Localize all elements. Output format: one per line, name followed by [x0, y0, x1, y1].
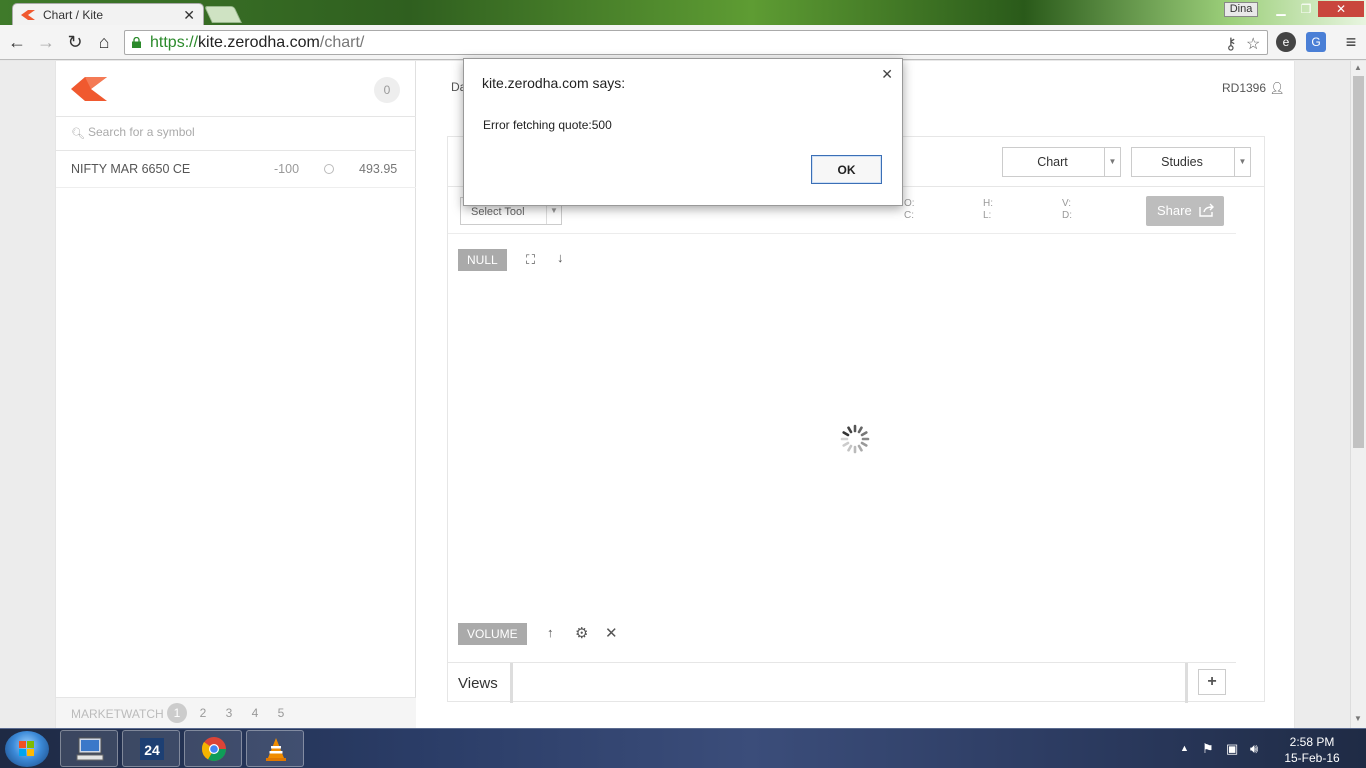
action-center-flag-icon[interactable]: ⚑ [1202, 741, 1214, 757]
null-series-tag[interactable]: NULL [458, 249, 507, 271]
translate-icon[interactable]: G [1306, 32, 1326, 52]
taskbar-clock[interactable]: 2:58 PM 15-Feb-16 [1284, 734, 1340, 766]
marketwatch-page-3[interactable]: 3 [219, 703, 239, 723]
back-arrow-icon[interactable]: ← [6, 31, 28, 53]
studies-dropdown[interactable]: Studies ▼ [1131, 147, 1251, 177]
close-icon[interactable]: ✕ [605, 624, 618, 642]
menu-icon[interactable]: ≡ [1340, 31, 1362, 53]
alert-dialog: kite.zerodha.com says: ✕ Error fetching … [463, 58, 903, 206]
page-scrollbar[interactable]: ▲ ▼ [1350, 61, 1366, 728]
arrow-up-icon[interactable]: ↑ [547, 625, 554, 640]
fullscreen-icon[interactable]: ⛶ [526, 252, 535, 268]
watchlist-count-badge: 0 [374, 77, 400, 103]
key-icon[interactable]: ⚷ [1225, 34, 1237, 54]
marketwatch-page-5[interactable]: 5 [271, 703, 291, 723]
search-input[interactable] [88, 125, 388, 139]
profile-badge[interactable]: Dina [1224, 2, 1258, 17]
network-icon[interactable]: ▣ [1226, 741, 1238, 757]
marketwatch-page-1[interactable]: 1 [167, 703, 187, 723]
dialog-title: kite.zerodha.com says: [482, 75, 626, 91]
ohlc-high-low: H: L: [983, 198, 993, 221]
views-label: Views [458, 675, 498, 692]
chart-type-dropdown[interactable]: Chart ▼ [1002, 147, 1121, 177]
share-icon [1199, 203, 1214, 217]
marketwatch-sidebar: 0 🔍︎ NIFTY MAR 6650 CE -100 493.95 MARKE… [56, 61, 416, 728]
reload-icon[interactable]: ↻ [64, 31, 86, 53]
volume-series-tag[interactable]: VOLUME [458, 623, 527, 645]
kite-favicon-icon [21, 10, 35, 20]
watch-ltp: 493.95 [359, 162, 398, 176]
user-icon: 👤︎ [1269, 81, 1285, 95]
start-button[interactable] [5, 731, 49, 767]
home-icon[interactable]: ⌂ [93, 31, 115, 53]
minimize-button[interactable]: ▁ [1270, 1, 1292, 17]
ohlc-open-close: O: C: [904, 198, 915, 221]
status-circle-icon [324, 164, 334, 174]
chevron-down-icon: ▼ [1234, 148, 1250, 176]
svg-text:24: 24 [144, 742, 160, 758]
browser-toolbar: ← → ↻ ⌂ https://kite.zerodha.com/chart/ … [0, 25, 1366, 60]
taskbar-item-chrome[interactable] [184, 730, 242, 767]
taskbar-item-computer[interactable] [60, 730, 118, 767]
chevron-down-icon: ▼ [1104, 148, 1120, 176]
dialog-ok-button[interactable]: OK [811, 155, 882, 184]
gear-icon[interactable]: ⚙ [575, 624, 588, 642]
browser-titlebar: Chart / Kite ✕ Dina ▁ ❐ ✕ [0, 0, 1366, 26]
search-icon: 🔍︎ [71, 128, 85, 140]
marketwatch-page-2[interactable]: 2 [193, 703, 213, 723]
views-track [510, 663, 1188, 703]
windows-taskbar: 24 ▲ ⚑ ▣ 🔊︎ 2:58 PM 15-Feb-16 [0, 728, 1366, 768]
url-text: https://kite.zerodha.com/chart/ [150, 34, 365, 51]
chrome-icon [201, 737, 226, 762]
tray-expand-icon[interactable]: ▲ [1180, 743, 1189, 753]
watchlist-row[interactable]: NIFTY MAR 6650 CE -100 493.95 [56, 151, 416, 188]
chart-panel: Chart ▼ Studies ▼ Select Tool ▼ O: C: H: L… [447, 136, 1265, 703]
forward-arrow-icon[interactable]: → [35, 31, 57, 53]
add-view-button[interactable]: + [1198, 669, 1226, 695]
loading-spinner-icon [840, 424, 870, 454]
taskbar-item-vlc[interactable] [246, 730, 304, 767]
address-bar[interactable]: https://kite.zerodha.com/chart/ ⚷ ☆ [124, 30, 1268, 55]
taskbar-item-app24[interactable]: 24 [122, 730, 180, 767]
ohlc-volume-date: V: D: [1062, 198, 1072, 221]
arrow-down-icon[interactable]: ↓ [557, 250, 564, 265]
tab-title: Chart / Kite [43, 8, 104, 22]
symbol-search: 🔍︎ [56, 116, 416, 151]
browser-tab-active[interactable]: Chart / Kite ✕ [12, 3, 204, 26]
dialog-close-icon[interactable]: ✕ [881, 66, 893, 83]
marketwatch-footer: MARKETWATCH 1 2 3 4 5 [56, 697, 416, 728]
extension-icon[interactable]: e [1276, 32, 1296, 52]
kite-logo-icon[interactable] [71, 77, 107, 101]
marketwatch-label: MARKETWATCH [71, 707, 164, 721]
user-menu[interactable]: RD1396 👤︎ [1222, 81, 1285, 95]
volume-icon[interactable]: 🔊︎ [1250, 741, 1258, 757]
window-close-button[interactable]: ✕ [1318, 1, 1364, 17]
computer-icon [76, 737, 104, 761]
dialog-message: Error fetching quote:500 [483, 118, 612, 132]
new-tab-button[interactable] [204, 6, 242, 23]
windows-logo-icon [19, 741, 34, 756]
watch-change: -100 [274, 162, 300, 176]
watch-symbol: NIFTY MAR 6650 CE [71, 162, 191, 176]
maximize-button[interactable]: ❐ [1295, 1, 1317, 17]
share-button[interactable]: Share [1146, 196, 1224, 226]
marketwatch-page-4[interactable]: 4 [245, 703, 265, 723]
scroll-down-icon[interactable]: ▼ [1354, 714, 1362, 723]
lock-icon [132, 37, 141, 48]
app-24-icon: 24 [140, 738, 164, 760]
tab-close-icon[interactable]: ✕ [183, 7, 195, 24]
vlc-cone-icon [266, 738, 286, 761]
bookmark-star-icon[interactable]: ☆ [1246, 34, 1260, 54]
views-bar: Views + [448, 662, 1236, 703]
scroll-up-icon[interactable]: ▲ [1354, 63, 1362, 72]
scroll-thumb[interactable] [1353, 76, 1364, 448]
